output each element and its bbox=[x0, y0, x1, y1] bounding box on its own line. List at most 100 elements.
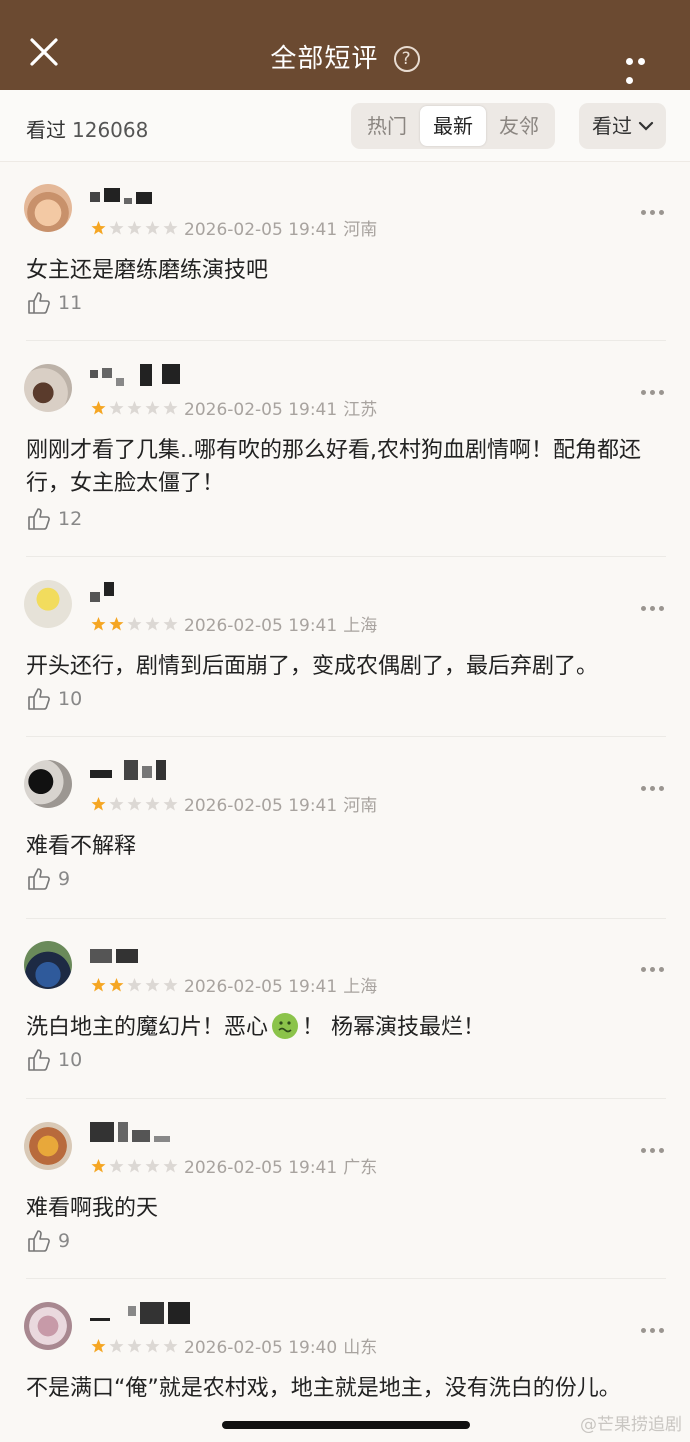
star-empty-icon bbox=[109, 221, 124, 235]
thumbs-up-icon bbox=[28, 1049, 50, 1071]
help-icon[interactable]: ? bbox=[393, 46, 420, 72]
like-button[interactable]: 9 bbox=[26, 866, 70, 892]
star-filled-icon bbox=[91, 978, 106, 992]
star-empty-icon bbox=[163, 797, 178, 811]
review-text: 刚刚才看了几集..哪有吹的那么好看,农村狗血剧情啊！配角都还行，女主脸太僵了！ bbox=[26, 438, 641, 496]
thumbs-up-icon bbox=[28, 868, 50, 890]
like-button[interactable]: 9 bbox=[26, 1228, 70, 1254]
review-date: 2026-02-05 19:41 bbox=[184, 796, 338, 816]
star-empty-icon bbox=[127, 978, 142, 992]
review-location: 上海 bbox=[343, 616, 378, 636]
divider bbox=[26, 556, 666, 557]
star-rating bbox=[90, 1338, 179, 1354]
star-filled-icon bbox=[109, 617, 124, 631]
star-empty-icon bbox=[145, 221, 160, 235]
home-indicator[interactable] bbox=[222, 1421, 470, 1429]
star-rating bbox=[90, 1158, 179, 1174]
more-options-icon[interactable] bbox=[626, 50, 660, 84]
star-empty-icon bbox=[127, 797, 142, 811]
username-redacted[interactable] bbox=[90, 941, 138, 965]
tab-hot[interactable]: 热门 bbox=[354, 106, 420, 146]
star-empty-icon bbox=[127, 1339, 142, 1353]
username-redacted[interactable] bbox=[90, 760, 166, 784]
like-count: 9 bbox=[58, 868, 71, 890]
page-title: 全部短评 bbox=[270, 44, 379, 74]
thumbs-up-icon bbox=[28, 1230, 50, 1252]
star-empty-icon bbox=[145, 401, 160, 415]
star-empty-icon bbox=[109, 797, 124, 811]
review-meta: 2026-02-05 19:41 上海 bbox=[184, 972, 377, 997]
tab-latest[interactable]: 最新 bbox=[420, 106, 486, 146]
avatar[interactable] bbox=[24, 941, 72, 989]
star-empty-icon bbox=[127, 221, 142, 235]
review-more-icon[interactable] bbox=[641, 967, 664, 972]
nauseated-face-icon bbox=[272, 1013, 299, 1039]
like-button[interactable]: 11 bbox=[26, 290, 82, 316]
seen-count-label: 看过 bbox=[26, 118, 66, 142]
avatar[interactable] bbox=[24, 1122, 72, 1170]
review-text-part: 洗白地主的魔幻片！恶心 bbox=[26, 1015, 269, 1040]
star-empty-icon bbox=[145, 617, 160, 631]
username-redacted[interactable] bbox=[90, 1302, 190, 1326]
like-count: 9 bbox=[58, 1230, 71, 1252]
review-date: 2026-02-05 19:40 bbox=[184, 1338, 338, 1358]
star-empty-icon bbox=[163, 1339, 178, 1353]
review-meta: 2026-02-05 19:41 河南 bbox=[184, 215, 377, 240]
review-more-icon[interactable] bbox=[641, 606, 664, 611]
divider bbox=[26, 918, 666, 919]
review-location: 河南 bbox=[343, 220, 378, 240]
like-count: 12 bbox=[58, 508, 83, 530]
star-filled-icon bbox=[109, 978, 124, 992]
review-more-icon[interactable] bbox=[641, 786, 664, 791]
star-empty-icon bbox=[163, 978, 178, 992]
review-text: 洗白地主的魔幻片！恶心 ！ 杨幂演技最烂！ bbox=[26, 1011, 666, 1044]
review-meta: 2026-02-05 19:40 山东 bbox=[184, 1333, 377, 1358]
review-text-part: ！ 杨幂演技最烂！ bbox=[302, 1015, 486, 1040]
review-text: 女主还是磨练磨练演技吧 bbox=[26, 258, 269, 283]
star-empty-icon bbox=[109, 1339, 124, 1353]
review-more-icon[interactable] bbox=[641, 1148, 664, 1153]
avatar[interactable] bbox=[24, 184, 72, 232]
like-button[interactable]: 10 bbox=[26, 686, 82, 712]
avatar[interactable] bbox=[24, 364, 72, 412]
username-redacted[interactable] bbox=[90, 184, 152, 208]
avatar[interactable] bbox=[24, 1302, 72, 1350]
review-more-icon[interactable] bbox=[641, 210, 664, 215]
seen-count-number: 126068 bbox=[72, 118, 149, 142]
star-filled-icon bbox=[91, 797, 106, 811]
review-location: 河南 bbox=[343, 796, 378, 816]
star-filled-icon bbox=[91, 617, 106, 631]
star-filled-icon bbox=[91, 221, 106, 235]
star-empty-icon bbox=[145, 797, 160, 811]
username-redacted[interactable] bbox=[90, 1122, 170, 1146]
avatar[interactable] bbox=[24, 580, 72, 628]
review-location: 上海 bbox=[343, 977, 378, 997]
review-text: 难看啊我的天 bbox=[26, 1196, 159, 1221]
like-button[interactable]: 12 bbox=[26, 506, 82, 532]
thumbs-up-icon bbox=[28, 508, 50, 530]
star-empty-icon bbox=[127, 617, 142, 631]
watermark: @芒果捞追剧 bbox=[580, 1415, 682, 1435]
star-filled-icon bbox=[91, 1339, 106, 1353]
like-count: 11 bbox=[58, 292, 83, 314]
status-dropdown[interactable]: 看过 bbox=[579, 103, 666, 149]
thumbs-up-icon bbox=[28, 688, 50, 710]
tab-friends[interactable]: 友邻 bbox=[486, 106, 552, 146]
like-button[interactable]: 10 bbox=[26, 1047, 82, 1073]
star-empty-icon bbox=[145, 978, 160, 992]
star-empty-icon bbox=[109, 1159, 124, 1173]
review-date: 2026-02-05 19:41 bbox=[184, 400, 338, 420]
username-redacted[interactable] bbox=[90, 580, 114, 604]
avatar[interactable] bbox=[24, 760, 72, 808]
divider bbox=[26, 1278, 666, 1279]
username-redacted[interactable] bbox=[90, 364, 180, 388]
thumbs-up-icon bbox=[28, 292, 50, 314]
star-empty-icon bbox=[163, 401, 178, 415]
status-dropdown-label: 看过 bbox=[592, 114, 632, 138]
review-text: 开头还行，剧情到后面崩了，变成农偶剧了，最后弃剧了。 bbox=[26, 654, 599, 679]
review-more-icon[interactable] bbox=[641, 390, 664, 395]
star-empty-icon bbox=[127, 401, 142, 415]
star-rating bbox=[90, 616, 179, 632]
review-more-icon[interactable] bbox=[641, 1328, 664, 1333]
star-filled-icon bbox=[91, 1159, 106, 1173]
